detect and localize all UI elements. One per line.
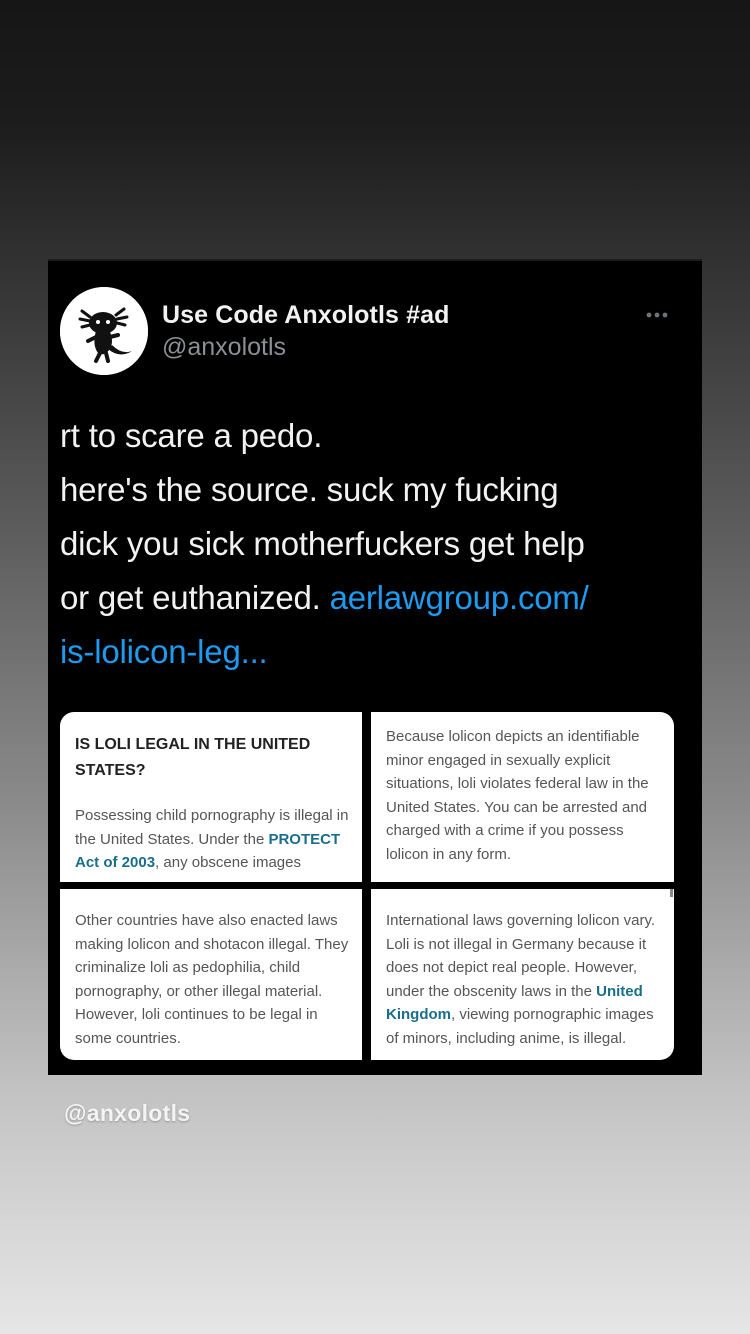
media-image-2[interactable]: Because lolicon depicts an identifiable … — [371, 712, 674, 882]
media-image-1[interactable]: IS LOLI LEGAL IN THE UNITED STATES? Poss… — [60, 712, 362, 882]
tweet-text-segment: or get euthanized. — [60, 579, 330, 616]
avatar[interactable] — [60, 287, 148, 375]
source-link-continued[interactable]: is-lolicon-leg... — [60, 633, 268, 670]
article-paragraph: Possessing child pornography is illegal … — [75, 804, 350, 875]
article-heading: IS LOLI LEGAL IN THE UNITED STATES? — [75, 736, 311, 779]
story-mention-sticker[interactable]: @anxolotls — [64, 1100, 190, 1127]
tweet-text-line: rt to scare a pedo. — [60, 417, 323, 454]
display-name[interactable]: Use Code Anxolotls #ad — [162, 301, 449, 330]
tweet-text-line: dick you sick motherfuckers get help — [60, 525, 585, 562]
media-image-3[interactable]: Other countries have also enacted laws m… — [60, 889, 362, 1060]
article-paragraph: Because lolicon depicts an identifiable … — [386, 728, 649, 863]
tweet-text: rt to scare a pedo. here's the source. s… — [60, 409, 680, 679]
tweet-screenshot: Use Code Anxolotls #ad @anxolotls rt to … — [48, 259, 702, 1075]
scroll-indicator — [670, 889, 673, 897]
more-horizontal-icon[interactable] — [644, 305, 674, 325]
article-paragraph: International laws governing lolicon var… — [386, 909, 664, 1050]
axolotl-avatar-icon — [60, 287, 148, 375]
user-handle[interactable]: @anxolotls — [162, 333, 286, 362]
source-link[interactable]: aerlawgroup.com/ — [330, 579, 589, 616]
media-image-4[interactable]: International laws governing lolicon var… — [371, 889, 674, 1060]
tweet-media-grid[interactable]: IS LOLI LEGAL IN THE UNITED STATES? Poss… — [60, 712, 674, 1060]
tweet-text-line: or get euthanized. aerlawgroup.com/ — [60, 571, 680, 625]
tweet-text-line: here's the source. suck my fucking — [60, 471, 559, 508]
story-screen: Use Code Anxolotls #ad @anxolotls rt to … — [0, 0, 750, 1334]
tweet-text-line: is-lolicon-leg... — [60, 625, 680, 679]
article-paragraph: Other countries have also enacted laws m… — [75, 912, 349, 1047]
article-text: , any obscene images — [155, 854, 301, 871]
